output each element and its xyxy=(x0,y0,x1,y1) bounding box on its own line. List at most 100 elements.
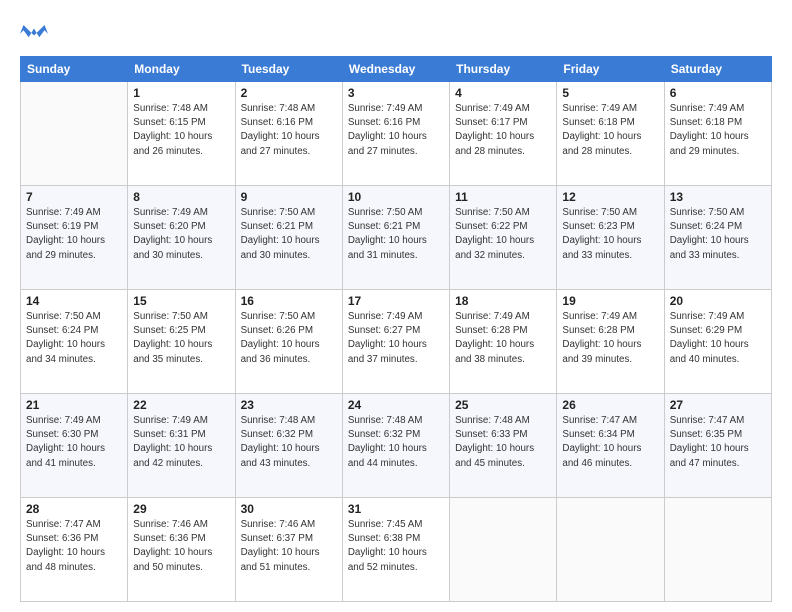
page: SundayMondayTuesdayWednesdayThursdayFrid… xyxy=(0,0,792,612)
day-number: 16 xyxy=(241,294,337,308)
calendar-cell: 23 Sunrise: 7:48 AM Sunset: 6:32 PM Dayli… xyxy=(235,394,342,498)
week-row-5: 28Sunrise: 7:47 AM Sunset: 6:36 PM Dayli… xyxy=(21,498,772,602)
weekday-header-thursday: Thursday xyxy=(450,57,557,82)
calendar-cell: 22 Sunrise: 7:49 AM Sunset: 6:31 PM Dayli… xyxy=(128,394,235,498)
day-detail: Sunrise: 7:50 AM Sunset: 6:21 PM Dayligh… xyxy=(241,206,337,263)
day-detail: Sunrise: 7:48 AM Sunset: 6:32 PM Dayligh… xyxy=(348,414,444,471)
day-detail: Sunrise: 7:46 AM Sunset: 6:37 PM Dayligh… xyxy=(241,518,337,575)
weekday-header-saturday: Saturday xyxy=(664,57,771,82)
calendar-cell: 12 Sunrise: 7:50 AM Sunset: 6:23 PM Dayli… xyxy=(557,186,664,290)
day-number: 27 xyxy=(670,398,766,412)
day-number: 22 xyxy=(133,398,229,412)
calendar-cell: 2 Sunrise: 7:48 AM Sunset: 6:16 PM Daylig… xyxy=(235,82,342,186)
day-number: 1 xyxy=(133,86,229,100)
day-detail: Sunrise: 7:48 AM Sunset: 6:33 PM Dayligh… xyxy=(455,414,551,471)
calendar-cell: 5 Sunrise: 7:49 AM Sunset: 6:18 PM Daylig… xyxy=(557,82,664,186)
logo xyxy=(20,18,52,46)
day-detail: Sunrise: 7:49 AM Sunset: 6:18 PM Dayligh… xyxy=(562,102,658,159)
day-number: 5 xyxy=(562,86,658,100)
day-detail: Sunrise: 7:50 AM Sunset: 6:21 PM Dayligh… xyxy=(348,206,444,263)
calendar-cell: 29 Sunrise: 7:46 AM Sunset: 6:36 PM Dayli… xyxy=(128,498,235,602)
day-number: 7 xyxy=(26,190,122,204)
calendar-cell: 26 Sunrise: 7:47 AM Sunset: 6:34 PM Dayli… xyxy=(557,394,664,498)
calendar-cell: 3 Sunrise: 7:49 AM Sunset: 6:16 PM Daylig… xyxy=(342,82,449,186)
calendar-cell: 4 Sunrise: 7:49 AM Sunset: 6:17 PM Daylig… xyxy=(450,82,557,186)
day-number: 18 xyxy=(455,294,551,308)
day-number: 17 xyxy=(348,294,444,308)
day-detail: Sunrise: 7:50 AM Sunset: 6:22 PM Dayligh… xyxy=(455,206,551,263)
day-number: 6 xyxy=(670,86,766,100)
calendar-table: SundayMondayTuesdayWednesdayThursdayFrid… xyxy=(20,56,772,602)
calendar-cell: 8 Sunrise: 7:49 AM Sunset: 6:20 PM Daylig… xyxy=(128,186,235,290)
calendar-cell: 11 Sunrise: 7:50 AM Sunset: 6:22 PM Dayli… xyxy=(450,186,557,290)
calendar-cell: 27 Sunrise: 7:47 AM Sunset: 6:35 PM Dayli… xyxy=(664,394,771,498)
day-number: 26 xyxy=(562,398,658,412)
calendar-cell: 19 Sunrise: 7:49 AM Sunset: 6:28 PM Dayli… xyxy=(557,290,664,394)
weekday-header-sunday: Sunday xyxy=(21,57,128,82)
week-row-2: 7Sunrise: 7:49 AM Sunset: 6:19 PM Daylig… xyxy=(21,186,772,290)
day-number: 25 xyxy=(455,398,551,412)
day-detail: Sunrise: 7:50 AM Sunset: 6:23 PM Dayligh… xyxy=(562,206,658,263)
day-number: 8 xyxy=(133,190,229,204)
day-detail: Sunrise: 7:48 AM Sunset: 6:32 PM Dayligh… xyxy=(241,414,337,471)
calendar-cell: 1 Sunrise: 7:48 AM Sunset: 6:15 PM Daylig… xyxy=(128,82,235,186)
day-detail: Sunrise: 7:47 AM Sunset: 6:35 PM Dayligh… xyxy=(670,414,766,471)
day-detail: Sunrise: 7:49 AM Sunset: 6:28 PM Dayligh… xyxy=(562,310,658,367)
day-number: 4 xyxy=(455,86,551,100)
day-number: 12 xyxy=(562,190,658,204)
day-detail: Sunrise: 7:49 AM Sunset: 6:27 PM Dayligh… xyxy=(348,310,444,367)
calendar-cell: 15Sunrise: 7:50 AM Sunset: 6:25 PM Dayli… xyxy=(128,290,235,394)
weekday-header-friday: Friday xyxy=(557,57,664,82)
day-detail: Sunrise: 7:48 AM Sunset: 6:16 PM Dayligh… xyxy=(241,102,337,159)
calendar-cell: 9 Sunrise: 7:50 AM Sunset: 6:21 PM Daylig… xyxy=(235,186,342,290)
day-number: 24 xyxy=(348,398,444,412)
header xyxy=(20,18,772,46)
logo-icon xyxy=(20,18,48,46)
day-number: 19 xyxy=(562,294,658,308)
week-row-3: 14Sunrise: 7:50 AM Sunset: 6:24 PM Dayli… xyxy=(21,290,772,394)
day-detail: Sunrise: 7:49 AM Sunset: 6:31 PM Dayligh… xyxy=(133,414,229,471)
day-detail: Sunrise: 7:47 AM Sunset: 6:34 PM Dayligh… xyxy=(562,414,658,471)
calendar-cell: 20Sunrise: 7:49 AM Sunset: 6:29 PM Dayli… xyxy=(664,290,771,394)
day-detail: Sunrise: 7:50 AM Sunset: 6:24 PM Dayligh… xyxy=(26,310,122,367)
day-number: 2 xyxy=(241,86,337,100)
weekday-header-row: SundayMondayTuesdayWednesdayThursdayFrid… xyxy=(21,57,772,82)
calendar-cell xyxy=(450,498,557,602)
day-detail: Sunrise: 7:49 AM Sunset: 6:30 PM Dayligh… xyxy=(26,414,122,471)
week-row-4: 21 Sunrise: 7:49 AM Sunset: 6:30 PM Dayli… xyxy=(21,394,772,498)
weekday-header-tuesday: Tuesday xyxy=(235,57,342,82)
day-detail: Sunrise: 7:49 AM Sunset: 6:16 PM Dayligh… xyxy=(348,102,444,159)
day-detail: Sunrise: 7:49 AM Sunset: 6:20 PM Dayligh… xyxy=(133,206,229,263)
calendar-cell: 17 Sunrise: 7:49 AM Sunset: 6:27 PM Dayli… xyxy=(342,290,449,394)
day-number: 31 xyxy=(348,502,444,516)
day-detail: Sunrise: 7:49 AM Sunset: 6:18 PM Dayligh… xyxy=(670,102,766,159)
day-detail: Sunrise: 7:49 AM Sunset: 6:29 PM Dayligh… xyxy=(670,310,766,367)
calendar-cell: 24 Sunrise: 7:48 AM Sunset: 6:32 PM Dayli… xyxy=(342,394,449,498)
weekday-header-wednesday: Wednesday xyxy=(342,57,449,82)
day-number: 11 xyxy=(455,190,551,204)
day-detail: Sunrise: 7:48 AM Sunset: 6:15 PM Dayligh… xyxy=(133,102,229,159)
calendar-cell: 25 Sunrise: 7:48 AM Sunset: 6:33 PM Dayli… xyxy=(450,394,557,498)
calendar-cell: 13Sunrise: 7:50 AM Sunset: 6:24 PM Dayli… xyxy=(664,186,771,290)
calendar-cell xyxy=(664,498,771,602)
weekday-header-monday: Monday xyxy=(128,57,235,82)
day-number: 28 xyxy=(26,502,122,516)
day-number: 30 xyxy=(241,502,337,516)
day-number: 23 xyxy=(241,398,337,412)
calendar-cell: 31 Sunrise: 7:45 AM Sunset: 6:38 PM Dayli… xyxy=(342,498,449,602)
day-detail: Sunrise: 7:46 AM Sunset: 6:36 PM Dayligh… xyxy=(133,518,229,575)
day-detail: Sunrise: 7:50 AM Sunset: 6:25 PM Dayligh… xyxy=(133,310,229,367)
day-detail: Sunrise: 7:49 AM Sunset: 6:17 PM Dayligh… xyxy=(455,102,551,159)
calendar-cell: 30 Sunrise: 7:46 AM Sunset: 6:37 PM Dayli… xyxy=(235,498,342,602)
day-detail: Sunrise: 7:45 AM Sunset: 6:38 PM Dayligh… xyxy=(348,518,444,575)
calendar-cell: 21 Sunrise: 7:49 AM Sunset: 6:30 PM Dayli… xyxy=(21,394,128,498)
calendar-cell: 16Sunrise: 7:50 AM Sunset: 6:26 PM Dayli… xyxy=(235,290,342,394)
day-number: 10 xyxy=(348,190,444,204)
calendar-cell xyxy=(21,82,128,186)
day-number: 3 xyxy=(348,86,444,100)
day-number: 21 xyxy=(26,398,122,412)
week-row-1: 1 Sunrise: 7:48 AM Sunset: 6:15 PM Daylig… xyxy=(21,82,772,186)
day-number: 9 xyxy=(241,190,337,204)
calendar-cell: 10 Sunrise: 7:50 AM Sunset: 6:21 PM Dayli… xyxy=(342,186,449,290)
day-number: 29 xyxy=(133,502,229,516)
